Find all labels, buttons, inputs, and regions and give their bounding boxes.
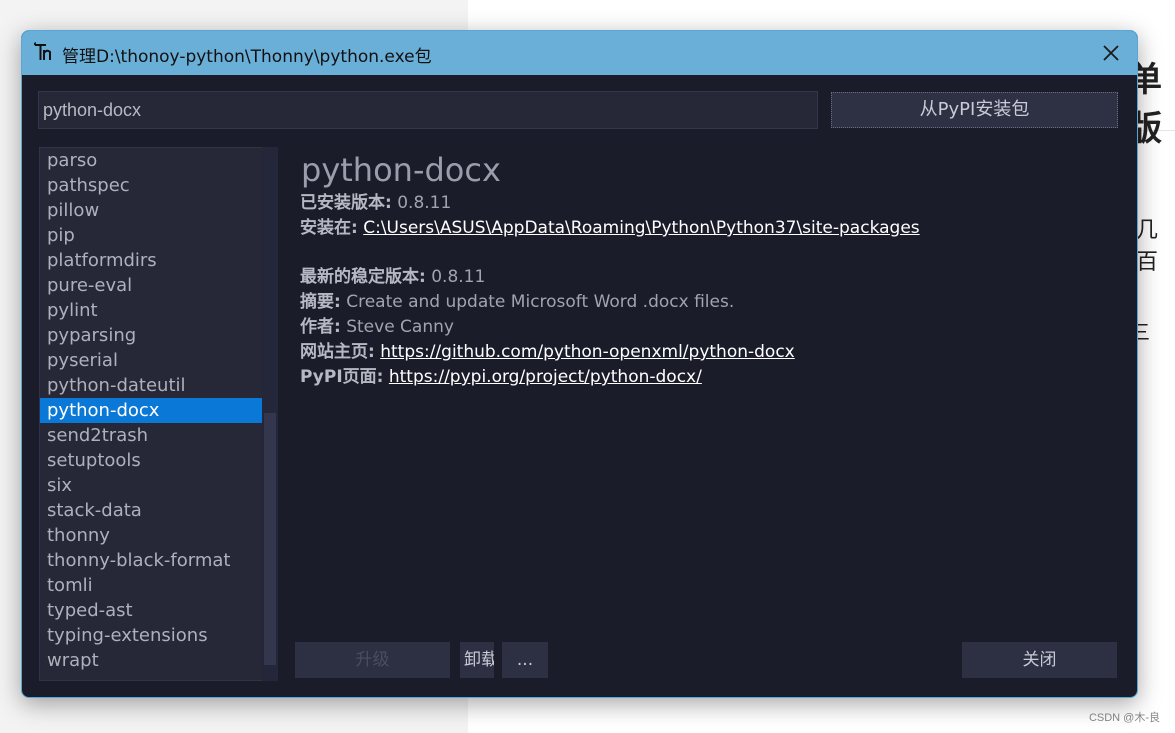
close-icon[interactable]	[1101, 43, 1121, 63]
author-value: Steve Canny	[346, 317, 454, 337]
package-list-item[interactable]: thonny-black-format	[40, 548, 262, 573]
package-list-item[interactable]: pathspec	[40, 173, 262, 198]
package-list-item[interactable]: six	[40, 473, 262, 498]
latest-version-value: 0.8.11	[431, 267, 486, 287]
package-list-item[interactable]: python-dateutil	[40, 373, 262, 398]
install-location-link[interactable]: C:\Users\ASUS\AppData\Roaming\Python\Pyt…	[363, 218, 919, 238]
package-details: python-docx 已安装版本: 0.8.11 安装在: C:\Users\…	[300, 149, 920, 390]
watermark: CSDN @木-良	[1088, 712, 1160, 724]
package-list-item[interactable]: pip	[40, 223, 262, 248]
package-list-item[interactable]: stack-data	[40, 498, 262, 523]
package-list-scrollbar-thumb[interactable]	[264, 413, 276, 665]
upgrade-button[interactable]: 升级	[295, 642, 450, 678]
install-location-label: 安装在:	[300, 218, 358, 238]
package-list-item[interactable]: wrapt	[40, 648, 262, 673]
pypi-page-label: PyPI页面:	[300, 367, 384, 387]
homepage-row: 网站主页: https://github.com/python-openxml/…	[300, 340, 920, 365]
homepage-link[interactable]: https://github.com/python-openxml/python…	[380, 342, 795, 362]
window-title: 管理D:\thonoy-python\Thonny\python.exe包	[62, 47, 432, 67]
package-list-item[interactable]: thonny	[40, 523, 262, 548]
package-manager-dialog: 管理D:\thonoy-python\Thonny\python.exe包 py…	[21, 30, 1138, 698]
package-list-item[interactable]: python-docx	[40, 398, 262, 423]
close-button[interactable]: 关闭	[962, 642, 1117, 678]
latest-version-label: 最新的稳定版本:	[300, 267, 426, 287]
more-options-button[interactable]: ...	[502, 642, 548, 678]
latest-version-row: 最新的稳定版本: 0.8.11	[300, 265, 920, 290]
summary-row: 摘要: Create and update Microsoft Word .do…	[300, 290, 920, 315]
title-bar[interactable]: 管理D:\thonoy-python\Thonny\python.exe包	[22, 31, 1137, 75]
summary-value: Create and update Microsoft Word .docx f…	[346, 292, 735, 312]
homepage-label: 网站主页:	[300, 342, 375, 362]
package-list-item[interactable]: pillow	[40, 198, 262, 223]
background-text-fragment: 几百	[1136, 218, 1159, 275]
install-from-pypi-button[interactable]: 从PyPI安装包	[831, 92, 1118, 128]
package-list-item[interactable]: typed-ast	[40, 598, 262, 623]
install-location-row: 安装在: C:\Users\ASUS\AppData\Roaming\Pytho…	[300, 216, 920, 241]
package-search-input[interactable]: python-docx	[38, 91, 818, 129]
package-list-item[interactable]: pyserial	[40, 348, 262, 373]
installed-version-row: 已安装版本: 0.8.11	[300, 191, 920, 216]
package-list-item[interactable]: typing-extensions	[40, 623, 262, 648]
author-label: 作者:	[300, 317, 341, 337]
installed-version-value: 0.8.11	[397, 193, 452, 213]
package-list-item[interactable]: pure-eval	[40, 273, 262, 298]
installed-version-label: 已安装版本:	[300, 193, 392, 213]
package-list-item[interactable]: platformdirs	[40, 248, 262, 273]
package-list[interactable]: parso pathspec pillow pip platformdirs pure-e…	[39, 147, 263, 681]
package-list-item[interactable]: pylint	[40, 298, 262, 323]
uninstall-button[interactable]: 卸载	[460, 642, 494, 678]
author-row: 作者: Steve Canny	[300, 315, 920, 340]
package-list-item[interactable]: setuptools	[40, 448, 262, 473]
package-list-item[interactable]: send2trash	[40, 423, 262, 448]
thonny-app-icon	[33, 42, 51, 60]
pypi-page-row: PyPI页面: https://pypi.org/project/python-…	[300, 365, 920, 390]
package-list-item[interactable]: parso	[40, 148, 262, 173]
summary-label: 摘要:	[300, 292, 341, 312]
package-name-heading: python-docx	[301, 151, 501, 189]
pypi-page-link[interactable]: https://pypi.org/project/python-docx/	[389, 367, 702, 387]
package-list-item[interactable]: tomli	[40, 573, 262, 598]
package-list-item[interactable]: pyparsing	[40, 323, 262, 348]
